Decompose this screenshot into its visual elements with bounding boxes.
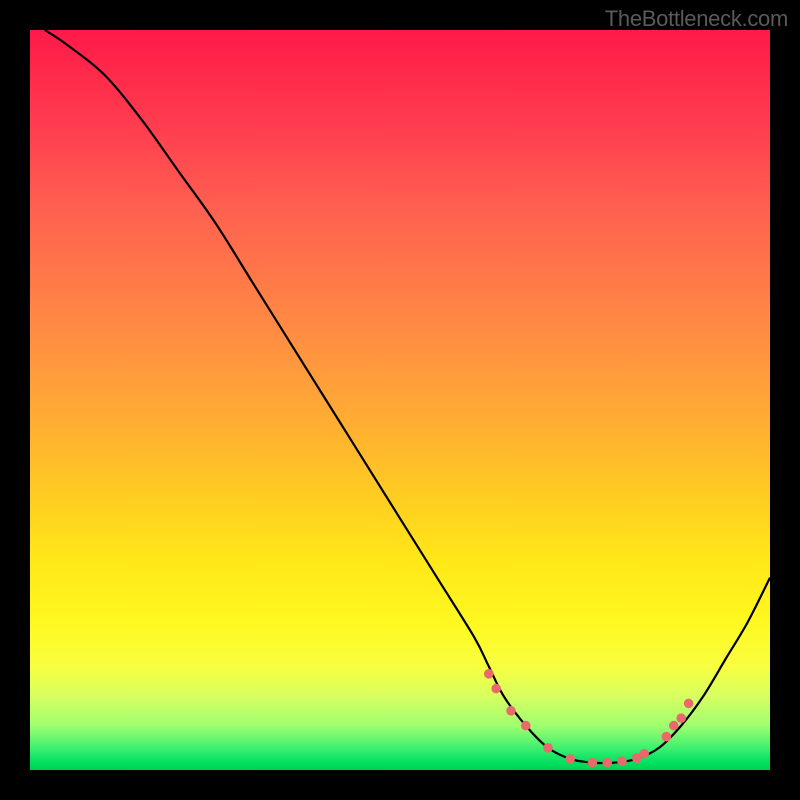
watermark-text: TheBottleneck.com [605, 6, 788, 32]
highlight-dot [543, 743, 553, 753]
highlight-dot [588, 758, 598, 768]
highlight-dot [565, 754, 575, 764]
highlight-dot [491, 684, 501, 694]
chart-svg [30, 30, 770, 770]
bottleneck-curve-line [45, 30, 770, 763]
highlight-dots-group [484, 669, 693, 767]
highlight-dot [484, 669, 494, 679]
highlight-dot [617, 756, 627, 766]
highlight-dot [669, 721, 679, 731]
highlight-dot [684, 699, 694, 709]
highlight-dot [676, 713, 686, 723]
highlight-dot [521, 721, 531, 731]
highlight-dot [602, 758, 612, 768]
plot-area [30, 30, 770, 770]
highlight-dot [639, 749, 649, 759]
highlight-dot [662, 732, 672, 742]
highlight-dot [506, 706, 516, 716]
